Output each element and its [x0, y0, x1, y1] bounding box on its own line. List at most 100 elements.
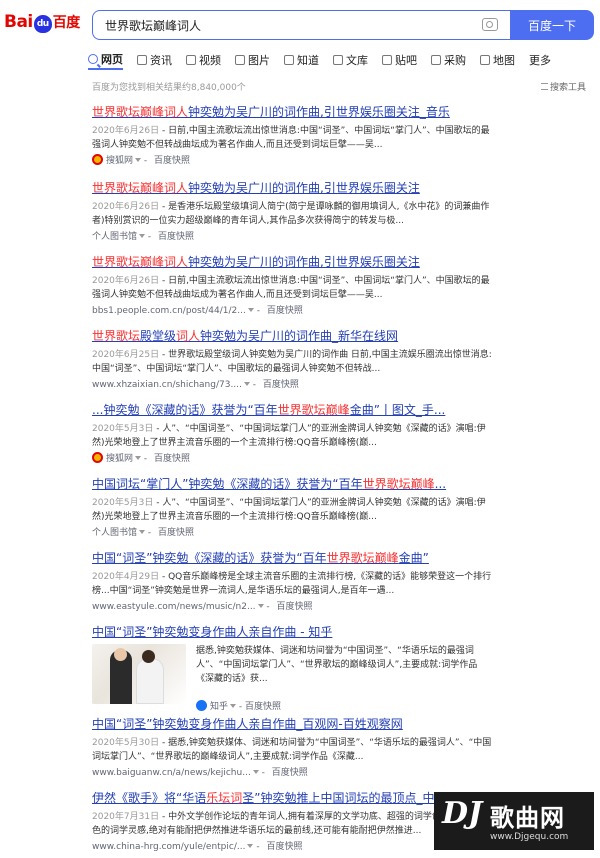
chevron-down-icon[interactable]	[247, 844, 254, 848]
search-input[interactable]	[105, 11, 465, 39]
result-source: www.baiguanw.cn/a/news/kejichu... - 百度快照	[92, 768, 308, 778]
search-tools-button[interactable]: 搜索工具	[540, 80, 586, 93]
sohu-icon	[92, 154, 103, 165]
result-abstract: 2020年6月26日 - 日前,中国主流歌坛流出惊世消息:中国“词圣”、中国词坛…	[92, 274, 492, 302]
result-source-name[interactable]: 个人图书馆	[92, 232, 137, 242]
tab-wenku[interactable]: 文库	[333, 50, 368, 70]
image-icon	[235, 55, 245, 65]
chevron-down-icon[interactable]	[139, 530, 146, 534]
tab-label: 地图	[493, 54, 515, 67]
result-source-name[interactable]: www.china-hrg.com/yule/entpic/...	[92, 842, 245, 852]
baidu-logo[interactable]: Bai du 百度	[4, 12, 82, 34]
chevron-down-icon[interactable]	[135, 456, 142, 460]
tab-label: 更多	[529, 54, 551, 67]
result-item: 世界歌坛巅峰词人钟奕勉为吴广川的词作曲,引世界娱乐圈关注 2020年6月26日 …	[92, 254, 492, 318]
search-button[interactable]: 百度一下	[510, 10, 594, 40]
search-tools-label: 搜索工具	[549, 83, 586, 93]
result-title[interactable]: 世界歌坛巅峰词人钟奕勉为吴广川的词作曲,引世界娱乐圈关注	[92, 254, 492, 270]
cache-link[interactable]: 百度快照	[154, 454, 190, 464]
cache-link[interactable]: 百度快照	[263, 380, 299, 390]
tab-tieba[interactable]: 贴吧	[382, 50, 417, 70]
cache-link[interactable]: 百度快照	[277, 602, 313, 612]
result-date: 2020年6月26日	[92, 126, 160, 136]
cache-link[interactable]: 百度快照	[266, 842, 302, 852]
result-thumbnail[interactable]	[92, 644, 186, 704]
cache-link[interactable]: 百度快照	[158, 528, 194, 538]
tab-images[interactable]: 图片	[235, 50, 270, 70]
result-item: 中国词坛“掌门人”钟奕勉《深藏的话》获誉为“百年世界歌坛巅峰... 2020年5…	[92, 476, 492, 540]
tab-label: 采购	[444, 54, 466, 67]
watermark-name: 歌曲网	[490, 804, 565, 832]
result-source-name[interactable]: 搜狐网	[106, 156, 133, 166]
result-date: 2020年6月25日	[92, 350, 160, 360]
result-title[interactable]: 世界歌坛巅峰词人钟奕勉为吴广川的词作曲,引世界娱乐圈关注	[92, 180, 492, 196]
result-count: 百度为您找到相关结果约8,840,000个	[92, 83, 246, 93]
result-abstract: 2020年6月25日 - 世界歌坛殿堂级词人钟奕勉为吴广川的词作曲 日前,中国主…	[92, 348, 492, 376]
result-title[interactable]: 世界歌坛殿堂级词人钟奕勉为吴广川的词作曲_新华在线网	[92, 328, 492, 344]
result-title[interactable]: 世界歌坛巅峰词人钟奕勉为吴广川的词作曲,引世界娱乐圈关注_音乐	[92, 104, 492, 120]
chevron-down-icon[interactable]	[139, 234, 146, 238]
chevron-down-icon[interactable]	[135, 158, 142, 162]
cache-link[interactable]: 百度快照	[267, 306, 303, 316]
result-date: 2020年7月31日	[92, 812, 160, 822]
tab-label: 资讯	[150, 54, 172, 67]
tab-video[interactable]: 视频	[186, 50, 221, 70]
result-title[interactable]: 中国“词圣”钟奕勉《深藏的话》获誉为“百年世界歌坛巅峰金曲”	[92, 550, 492, 566]
result-source-name[interactable]: 搜狐网	[106, 454, 133, 464]
result-source: 知乎 - 百度快照	[196, 700, 492, 714]
result-source: 搜狐网 - 百度快照	[92, 154, 492, 168]
question-icon	[284, 55, 294, 65]
result-item: 中国“词圣”钟奕勉变身作曲人亲自作曲_百观网-百姓观察网 2020年5月30日 …	[92, 716, 492, 780]
cache-link[interactable]: 百度快照	[245, 702, 281, 712]
tab-more[interactable]: 更多	[529, 50, 551, 70]
result-title[interactable]: 中国词坛“掌门人”钟奕勉《深藏的话》获誉为“百年世界歌坛巅峰...	[92, 476, 492, 492]
chevron-down-icon[interactable]	[230, 704, 237, 708]
result-title[interactable]: 中国“词圣”钟奕勉变身作曲人亲自作曲_百观网-百姓观察网	[92, 716, 492, 732]
result-source-name[interactable]: 知乎	[210, 702, 228, 712]
tab-label: 图片	[248, 54, 270, 67]
header: Baidu百度 百度一下	[0, 0, 600, 46]
tab-zhidao[interactable]: 知道	[284, 50, 319, 70]
result-abstract-text: 据悉,钟奕勉获媒体、词迷和坊间誉为“中国词圣”、“华语乐坛的最强词人”、“中国词…	[196, 646, 478, 684]
cache-link[interactable]: 百度快照	[154, 156, 190, 166]
result-source-name[interactable]: bbs1.people.com.cn/post/44/1/2...	[92, 306, 246, 316]
result-source: www.eastyule.com/news/music/n2... - 百度快照	[92, 602, 313, 612]
tab-label: 知道	[297, 54, 319, 67]
news-icon	[137, 55, 147, 65]
result-source: 搜狐网 - 百度快照	[92, 452, 492, 466]
tab-map[interactable]: 地图	[480, 50, 515, 70]
tab-web[interactable]: 网页	[88, 50, 123, 70]
camera-icon[interactable]	[482, 18, 498, 31]
result-source-name[interactable]: www.eastyule.com/news/music/n2...	[92, 602, 256, 612]
cache-link[interactable]: 百度快照	[158, 232, 194, 242]
result-source-name[interactable]: www.baiguanw.cn/a/news/kejichu...	[92, 768, 251, 778]
chevron-down-icon[interactable]	[257, 604, 264, 608]
result-abstract: 2020年5月30日 - 据悉,钟奕勉获媒体、词迷和坊间誉为“中国词圣”、“华语…	[92, 736, 492, 764]
result-source-name[interactable]: www.xhzaixian.cn/shichang/73....	[92, 380, 242, 390]
result-title[interactable]: 伊然《歌手》将“华语乐坛词圣”钟奕勉推上中国词坛的最顶点_中国...	[92, 790, 492, 806]
zhihu-icon	[196, 700, 207, 711]
result-source-name[interactable]: 个人图书馆	[92, 528, 137, 538]
result-abstract: 据悉,钟奕勉获媒体、词迷和坊间誉为“中国词圣”、“华语乐坛的最强词人”、“中国词…	[196, 644, 492, 700]
result-title[interactable]: 中国“词圣”钟奕勉变身作曲人亲自作曲 - 知乎	[92, 624, 492, 640]
result-source: www.xhzaixian.cn/shichang/73.... - 百度快照	[92, 380, 299, 390]
tab-purchase[interactable]: 采购	[431, 50, 466, 70]
result-date: 2020年4月29日	[92, 572, 160, 582]
document-icon	[333, 55, 343, 65]
result-date: 2020年5月3日	[92, 424, 154, 434]
result-date: 2020年6月26日	[92, 276, 160, 286]
chevron-down-icon[interactable]	[247, 308, 254, 312]
search-box	[92, 10, 510, 40]
cache-link[interactable]: 百度快照	[272, 768, 308, 778]
result-title[interactable]: ...钟奕勉《深藏的话》获誉为“百年世界歌坛巅峰金曲”丨图文_手...	[92, 402, 492, 418]
result-item: 世界歌坛巅峰词人钟奕勉为吴广川的词作曲,引世界娱乐圈关注_音乐 2020年6月2…	[92, 104, 492, 168]
video-icon	[186, 55, 196, 65]
logo-text-cn: 百度	[52, 15, 81, 31]
tab-news[interactable]: 资讯	[137, 50, 172, 70]
chevron-down-icon[interactable]	[243, 382, 250, 386]
result-item: 中国“词圣”钟奕勉变身作曲人亲自作曲 - 知乎 据悉,钟奕勉获媒体、词迷和坊间誉…	[92, 624, 492, 718]
map-pin-icon	[480, 55, 490, 65]
chevron-down-icon[interactable]	[252, 770, 259, 774]
watermark-dj: DJ	[442, 796, 483, 831]
result-source: bbs1.people.com.cn/post/44/1/2... - 百度快照	[92, 306, 303, 316]
